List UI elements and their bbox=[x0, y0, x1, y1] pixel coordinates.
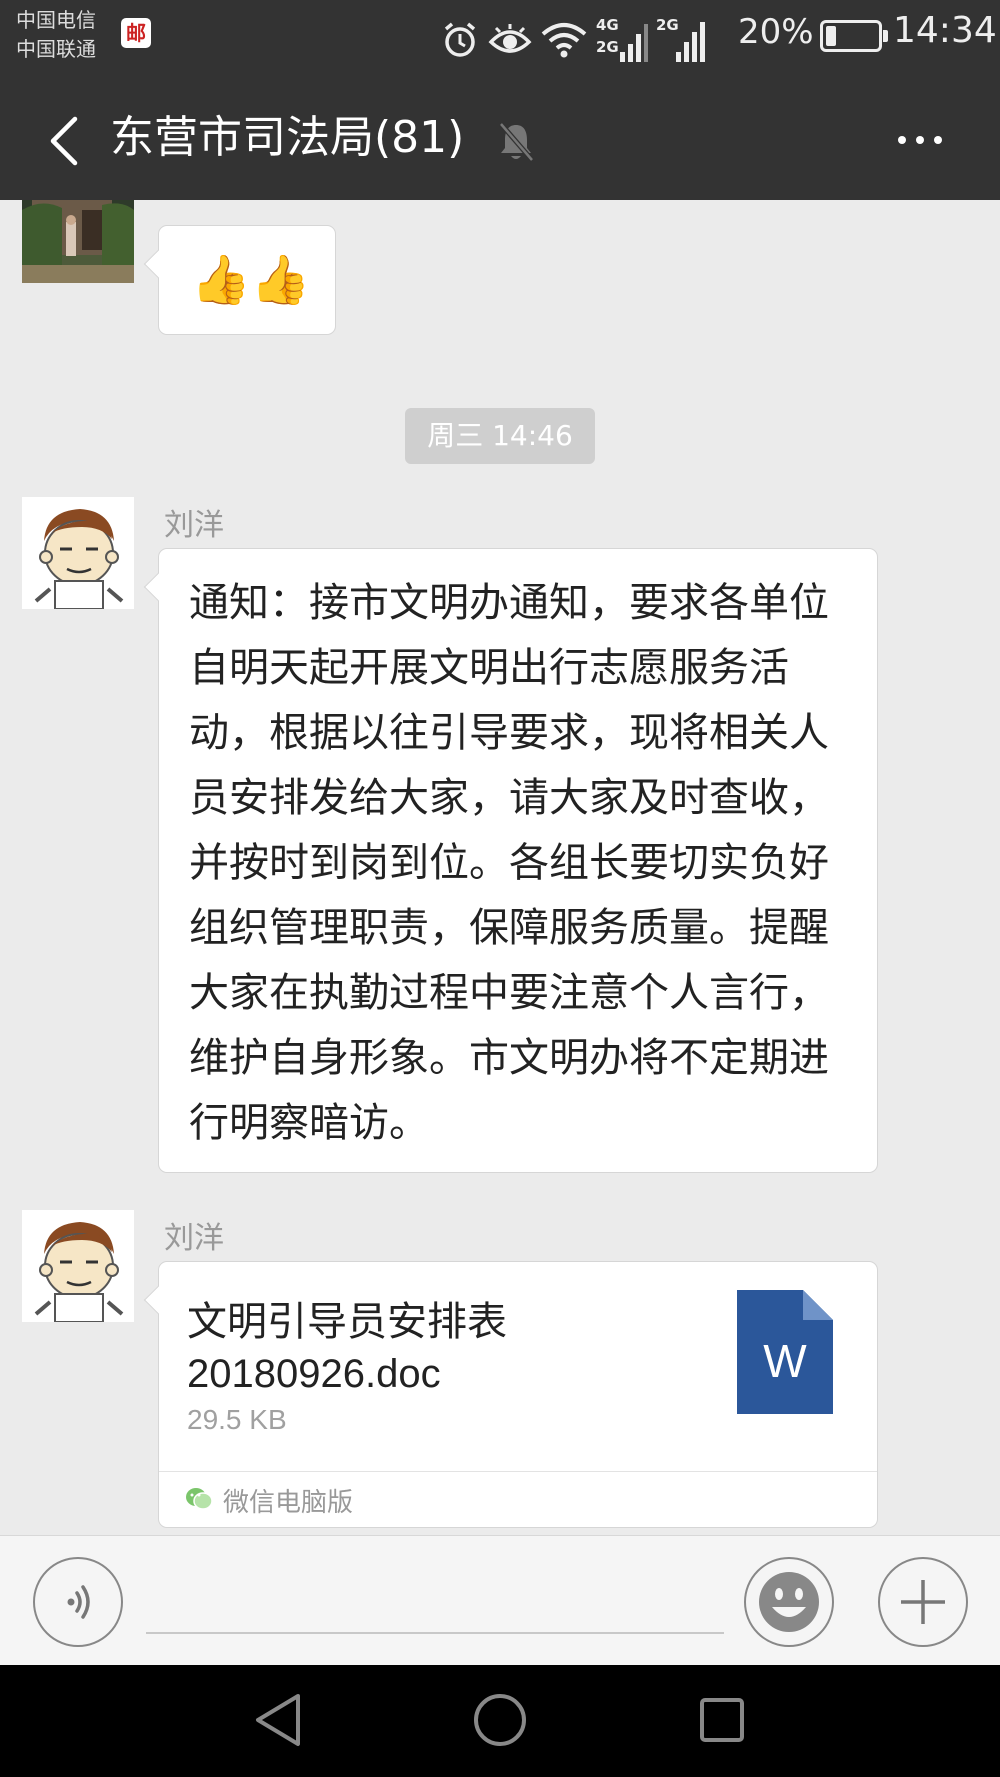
file-source-footer: 微信电脑版 bbox=[159, 1471, 877, 1527]
message-input[interactable] bbox=[146, 1570, 724, 1634]
time-divider: 周三 14:46 bbox=[405, 408, 595, 464]
bubble-tail bbox=[143, 1285, 173, 1315]
file-message-card[interactable]: 文明引导员安排表20180926.doc 29.5 KB W 微信电脑版 bbox=[143, 1261, 878, 1528]
net-1-bottom-label: 2G bbox=[596, 38, 619, 56]
back-button[interactable] bbox=[30, 106, 100, 176]
status-bar: 中国电信 中国联通 邮 4G 2G 2G 20% 14:34 bbox=[0, 0, 1000, 80]
chat-message-list[interactable]: 👍👍 周三 14:46 刘洋 通知：接市文明办通知，要求各单位自明天起开展文明出… bbox=[0, 200, 1000, 1535]
chat-header: 东营市司法局(81) bbox=[0, 80, 1000, 200]
sender-name: 刘洋 bbox=[164, 508, 224, 543]
avatar[interactable] bbox=[22, 200, 134, 283]
net-1-top-label: 4G bbox=[596, 16, 619, 34]
wechat-pc-icon bbox=[185, 1486, 213, 1516]
avatar[interactable] bbox=[22, 497, 134, 609]
signal-2g-icon: 2G bbox=[656, 16, 708, 64]
bubble-tail bbox=[143, 249, 173, 279]
nav-back-button[interactable] bbox=[238, 1685, 318, 1755]
nav-recents-icon bbox=[700, 1698, 744, 1742]
smiley-icon bbox=[759, 1572, 819, 1632]
battery-icon bbox=[820, 20, 888, 52]
emoji-button[interactable] bbox=[744, 1557, 834, 1647]
nav-home-button[interactable] bbox=[460, 1685, 540, 1755]
word-document-icon: W bbox=[737, 1290, 833, 1414]
thumbs-up-emoji: 👍👍 bbox=[191, 252, 311, 308]
status-time: 14:34 bbox=[893, 10, 997, 51]
chat-title: 东营市司法局(81) bbox=[110, 112, 465, 163]
nav-home-icon bbox=[474, 1694, 526, 1746]
plus-icon bbox=[901, 1580, 945, 1624]
message-bubble-text[interactable]: 通知：接市文明办通知，要求各单位自明天起开展文明出行志愿服务活动，根据以往引导要… bbox=[143, 548, 878, 1173]
bubble-tail bbox=[143, 572, 173, 602]
post-app-badge: 邮 bbox=[121, 18, 151, 48]
more-dot-icon bbox=[934, 136, 942, 144]
message-text: 通知：接市文明办通知，要求各单位自明天起开展文明出行志愿服务活动，根据以往引导要… bbox=[189, 580, 829, 1146]
voice-button[interactable] bbox=[33, 1557, 123, 1647]
back-arrow-icon bbox=[50, 116, 78, 166]
file-size: 29.5 KB bbox=[187, 1404, 287, 1435]
mute-bell-icon bbox=[496, 120, 536, 168]
carrier-2: 中国联通 bbox=[16, 37, 96, 61]
carrier-1: 中国电信 bbox=[16, 8, 96, 32]
message-bubble-emoji[interactable]: 👍👍 bbox=[143, 225, 336, 335]
nav-back-icon bbox=[256, 1694, 300, 1746]
alarm-icon bbox=[440, 20, 480, 60]
status-icons: 4G 2G 2G bbox=[440, 12, 708, 68]
file-name: 文明引导员安排表20180926.doc bbox=[187, 1300, 507, 1396]
eye-icon bbox=[488, 22, 532, 58]
file-source-label: 微信电脑版 bbox=[223, 1488, 354, 1518]
more-functions-button[interactable] bbox=[878, 1557, 968, 1647]
avatar[interactable] bbox=[22, 1210, 134, 1322]
chat-input-bar bbox=[0, 1535, 1000, 1665]
voice-icon bbox=[67, 1585, 90, 1619]
wifi-icon bbox=[540, 22, 588, 58]
more-dot-icon bbox=[916, 136, 924, 144]
carrier-info: 中国电信 中国联通 bbox=[16, 6, 96, 64]
battery-percent: 20% bbox=[738, 12, 814, 52]
sender-name: 刘洋 bbox=[164, 1221, 224, 1256]
word-icon-letter: W bbox=[763, 1335, 807, 1387]
signal-4g-icon: 4G 2G bbox=[596, 16, 648, 64]
battery-fill bbox=[826, 26, 836, 46]
more-options-button[interactable] bbox=[880, 110, 960, 170]
system-nav-bar bbox=[0, 1665, 1000, 1777]
more-dot-icon bbox=[898, 136, 906, 144]
nav-recents-button[interactable] bbox=[682, 1685, 762, 1755]
